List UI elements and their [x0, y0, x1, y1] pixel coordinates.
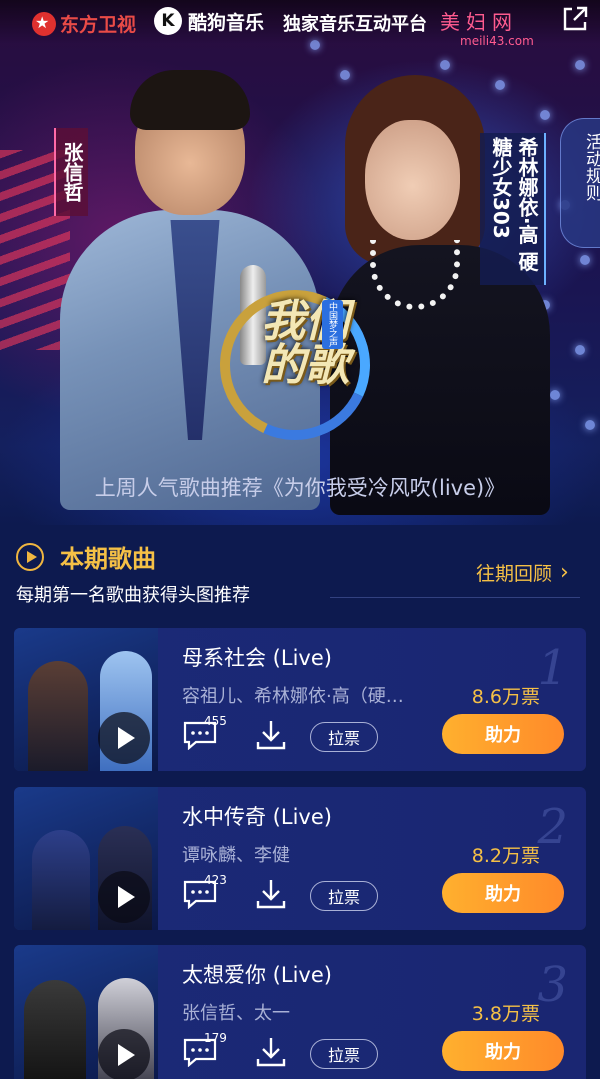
song-artists: 谭咏麟、李健 [182, 845, 290, 866]
song-thumbnail[interactable] [14, 628, 158, 771]
vote-count: 8.6万票 [471, 686, 540, 708]
assist-button[interactable]: 助力 [442, 714, 564, 754]
performer-right-name: 希林娜依·高 硬糖少女303 [480, 133, 546, 285]
share-external-icon[interactable] [560, 4, 590, 34]
history-link[interactable]: 往期回顾 › [476, 559, 569, 586]
section-title: 本期歌曲 [60, 545, 156, 573]
weekly-recommendation[interactable]: 上周人气歌曲推荐《为你我受冷风吹(live)》 [0, 472, 600, 502]
app-logo: K 酷狗音乐 [154, 7, 264, 35]
play-icon[interactable] [98, 712, 150, 764]
activity-rules-tab[interactable]: 活动规则 [560, 118, 600, 248]
platform-tagline: 独家音乐互动平台 [283, 14, 427, 35]
chevron-right-icon: › [560, 560, 569, 585]
watermark-url: meili43.com [460, 34, 534, 48]
download-icon[interactable] [254, 718, 288, 752]
play-icon[interactable] [98, 871, 150, 923]
song-title[interactable]: 太想爱你 (Live) [182, 959, 332, 989]
rank-number: 3 [537, 957, 568, 1013]
vote-count: 3.8万票 [471, 1003, 540, 1025]
download-icon[interactable] [254, 877, 288, 911]
song-card[interactable]: 母系社会 (Live) 容祖儿、希林娜依·高（硬… 8.6万票 1 455 拉票… [14, 628, 586, 771]
kugou-icon: K [154, 7, 182, 35]
dragonstv-icon [32, 11, 56, 36]
play-circle-icon [16, 543, 44, 571]
canvass-button[interactable]: 拉票 [310, 881, 378, 911]
comment-count: 423 [204, 873, 227, 887]
song-card[interactable]: 太想爱你 (Live) 张信哲、太一 3.8万票 3 179 拉票 助力 [14, 945, 586, 1079]
canvass-button[interactable]: 拉票 [310, 722, 378, 752]
hero-banner[interactable]: 我们的歌 中国梦之声 张信哲 希林娜依·高 硬糖少女303 活动规则 上周人气歌… [0, 0, 600, 525]
performer-left-name: 张信哲 [54, 128, 88, 216]
top-bar: 东方卫视 K 酷狗音乐 独家音乐互动平台 美妇网 meili43.com [0, 0, 600, 48]
show-logo: 我们的歌 中国梦之声 [198, 268, 392, 462]
song-artists: 张信哲、太一 [182, 1003, 290, 1024]
download-icon[interactable] [254, 1035, 288, 1069]
play-icon[interactable] [98, 1029, 150, 1079]
divider [330, 597, 580, 598]
song-card[interactable]: 水中传奇 (Live) 谭咏麟、李健 8.2万票 2 423 拉票 助力 [14, 787, 586, 930]
channel-logo: 东方卫视 [32, 10, 136, 37]
rank-number: 1 [537, 640, 568, 696]
song-thumbnail[interactable] [14, 787, 158, 930]
song-thumbnail[interactable] [14, 945, 158, 1079]
section-subtitle: 每期第一名歌曲获得头图推荐 [16, 585, 250, 606]
assist-button[interactable]: 助力 [442, 1031, 564, 1071]
comment-count: 179 [204, 1031, 227, 1045]
watermark: 美妇网 [440, 10, 518, 34]
song-title[interactable]: 母系社会 (Live) [182, 642, 332, 672]
assist-button[interactable]: 助力 [442, 873, 564, 913]
comment-count: 455 [204, 714, 227, 728]
vote-count: 8.2万票 [471, 845, 540, 867]
rank-number: 2 [537, 799, 568, 855]
canvass-button[interactable]: 拉票 [310, 1039, 378, 1069]
song-artists: 容祖儿、希林娜依·高（硬… [182, 686, 404, 707]
song-title[interactable]: 水中传奇 (Live) [182, 801, 332, 831]
current-songs-header: 本期歌曲 每期第一名歌曲获得头图推荐 往期回顾 › [0, 525, 600, 620]
